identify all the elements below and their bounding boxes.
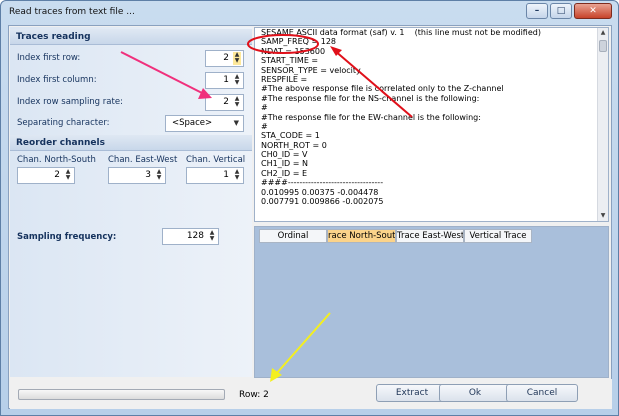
- preview-line: SAMP_FREQ = 128: [261, 37, 336, 47]
- chan-north-south-spin[interactable]: 2 ▲ ▼: [17, 167, 75, 184]
- preview-line: NDAT = 153600: [261, 46, 326, 56]
- extract-button[interactable]: Extract: [376, 384, 448, 402]
- dialog-window: Read traces from text file ... – □ ✕ Tra…: [0, 0, 619, 416]
- index-first-row-spin[interactable]: 2 ▲ ▼: [205, 50, 244, 67]
- column-header-north-south[interactable]: race North-South: [327, 229, 396, 243]
- preview-line: 0.007791 0.009866 -0.002075: [261, 197, 384, 207]
- separating-character-select[interactable]: <Space> ▼: [165, 115, 244, 132]
- column-header-vertical[interactable]: Vertical Trace: [464, 229, 532, 243]
- preview-line: SESAME ASCII data format (saf) v. 1 (thi…: [261, 28, 541, 37]
- chevron-down-icon[interactable]: ▼: [234, 116, 239, 131]
- sampling-frequency-spin[interactable]: 128 ▲ ▼: [162, 228, 219, 245]
- sampling-frequency-value: 128: [186, 231, 204, 241]
- progress-bar: [18, 389, 225, 400]
- settings-panel: Traces reading Index first row: 2 ▲ ▼ Ind…: [10, 27, 252, 377]
- chan-vertical-label: Chan. Vertical: [186, 155, 246, 165]
- separating-character-value: <Space>: [172, 118, 213, 128]
- index-row-sampling-rate-label: Index row sampling rate:: [17, 97, 123, 107]
- preview-line: START_TIME =: [261, 56, 319, 66]
- column-header-east-west[interactable]: Trace East-West: [396, 229, 464, 243]
- chan-vertical-value: 1: [223, 170, 229, 180]
- spin-updown-icon[interactable]: ▲ ▼: [233, 96, 241, 109]
- index-first-column-value: 1: [223, 75, 229, 85]
- traces-reading-header: Traces reading: [10, 29, 252, 45]
- index-first-column-spin[interactable]: 1 ▲ ▼: [205, 72, 244, 89]
- preview-line: #: [261, 103, 268, 113]
- close-button[interactable]: ✕: [574, 3, 612, 19]
- cancel-button[interactable]: Cancel: [506, 384, 578, 402]
- spin-updown-icon[interactable]: ▲ ▼: [233, 169, 241, 182]
- spin-updown-icon[interactable]: ▲ ▼: [64, 169, 72, 182]
- preview-line: CH2_ID = E: [261, 168, 308, 178]
- dialog-client-area: Traces reading Index first row: 2 ▲ ▼ Ind…: [8, 25, 612, 409]
- index-row-sampling-rate-value: 2: [223, 97, 229, 107]
- window-title: Read traces from text file ...: [9, 7, 135, 17]
- preview-line: CH1_ID = N: [261, 159, 308, 169]
- file-preview-text[interactable]: SESAME ASCII data format (saf) v. 1 (thi…: [254, 27, 609, 222]
- preview-line: #The response file for the EW-channel is…: [261, 112, 481, 122]
- spin-updown-icon[interactable]: ▲ ▼: [208, 230, 216, 243]
- index-first-column-label: Index first column:: [17, 75, 97, 85]
- chan-north-south-label: Chan. North-South: [17, 155, 96, 165]
- maximize-button[interactable]: □: [550, 3, 572, 19]
- preview-line: #: [261, 121, 268, 131]
- scroll-up-icon[interactable]: ▲: [598, 28, 608, 38]
- preview-line: 0.010995 0.00375 -0.004478: [261, 187, 379, 197]
- spin-updown-icon[interactable]: ▲ ▼: [233, 74, 241, 87]
- preview-scrollbar[interactable]: ▲ ▼: [597, 28, 608, 221]
- title-bar: Read traces from text file ... – □ ✕: [1, 1, 618, 25]
- column-header-ordinal[interactable]: Ordinal: [259, 229, 327, 243]
- sampling-frequency-label: Sampling frequency:: [17, 232, 117, 242]
- traces-grid[interactable]: Ordinal race North-South Trace East-West…: [254, 226, 609, 378]
- index-row-sampling-rate-spin[interactable]: 2 ▲ ▼: [205, 94, 244, 111]
- preview-line: NORTH_ROT = 0: [261, 140, 327, 150]
- ok-button[interactable]: Ok: [439, 384, 511, 402]
- chan-north-south-value: 2: [54, 170, 60, 180]
- preview-line: ####---------------------------------: [261, 178, 384, 188]
- chan-east-west-value: 3: [145, 170, 151, 180]
- index-first-row-value: 2: [223, 53, 229, 63]
- minimize-button[interactable]: –: [526, 3, 548, 19]
- spin-updown-icon[interactable]: ▲ ▼: [155, 169, 163, 182]
- preview-line: STA_CODE = 1: [261, 131, 320, 141]
- preview-line: SENSOR_TYPE = velocity: [261, 65, 361, 75]
- chan-east-west-spin[interactable]: 3 ▲ ▼: [108, 167, 166, 184]
- scroll-down-icon[interactable]: ▼: [598, 211, 608, 221]
- preview-line: RESPFILE =: [261, 74, 308, 84]
- separating-character-label: Separating character:: [17, 118, 110, 128]
- file-preview-lines: SESAME ASCII data format (saf) v. 1 (thi…: [261, 28, 601, 206]
- chan-vertical-spin[interactable]: 1 ▲ ▼: [186, 167, 244, 184]
- spin-updown-icon[interactable]: ▲ ▼: [233, 52, 241, 65]
- index-first-row-label: Index first row:: [17, 53, 81, 63]
- bottom-bar: Row: 2 Extract Ok Cancel: [10, 379, 612, 409]
- chan-east-west-label: Chan. East-West: [108, 155, 178, 165]
- row-status: Row: 2: [239, 390, 269, 400]
- preview-line: #The above response file is correlated o…: [261, 84, 504, 94]
- scroll-thumb[interactable]: [599, 40, 607, 52]
- preview-line: #The response file for the NS-channel is…: [261, 93, 480, 103]
- preview-line: CH0_ID = V: [261, 150, 308, 160]
- traces-grid-header: Ordinal race North-South Trace East-West…: [255, 229, 608, 243]
- reorder-channels-header: Reorder channels: [10, 135, 252, 151]
